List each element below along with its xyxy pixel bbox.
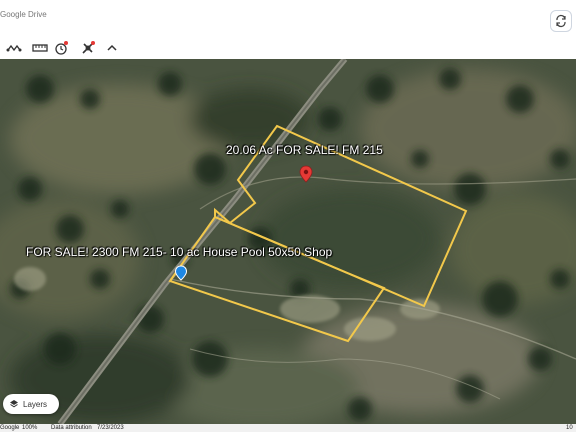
breadcrumb[interactable]: Google Drive [0, 10, 47, 19]
map-toolbar [0, 37, 576, 59]
parcel-south-label[interactable]: FOR SALE! 2300 FM 215- 10 ac House Pool … [26, 245, 332, 259]
sync-icon [556, 14, 566, 28]
ruler-icon[interactable] [32, 40, 48, 56]
satellite-imagery [0, 59, 576, 424]
route-icon[interactable] [6, 40, 22, 56]
status-bar: Google 100% Data attribution 7/23/2023 1… [0, 424, 576, 432]
location-pin-red-icon[interactable] [299, 165, 313, 183]
map-view[interactable]: 20.06 Ac FOR SALE! FM 215 FOR SALE! 2300… [0, 59, 576, 424]
satellite-icon[interactable] [80, 40, 96, 56]
chevron-up-icon[interactable] [104, 40, 120, 56]
status-brand: Google [0, 425, 20, 431]
layers-button[interactable]: Layers [3, 394, 59, 414]
top-bar: Google Drive [0, 0, 576, 38]
parcel-north-label[interactable]: 20.06 Ac FOR SALE! FM 215 [226, 143, 383, 157]
layers-label: Layers [23, 399, 48, 409]
history-icon[interactable] [53, 40, 69, 56]
layers-icon [10, 400, 18, 408]
location-pin-blue-icon[interactable] [174, 265, 188, 281]
sync-button[interactable] [550, 10, 572, 32]
status-scale: 10 [566, 425, 573, 431]
status-zoom: 100% [22, 425, 38, 431]
status-date: 7/23/2023 [97, 425, 124, 431]
data-attribution-link[interactable]: Data attribution [51, 424, 92, 432]
